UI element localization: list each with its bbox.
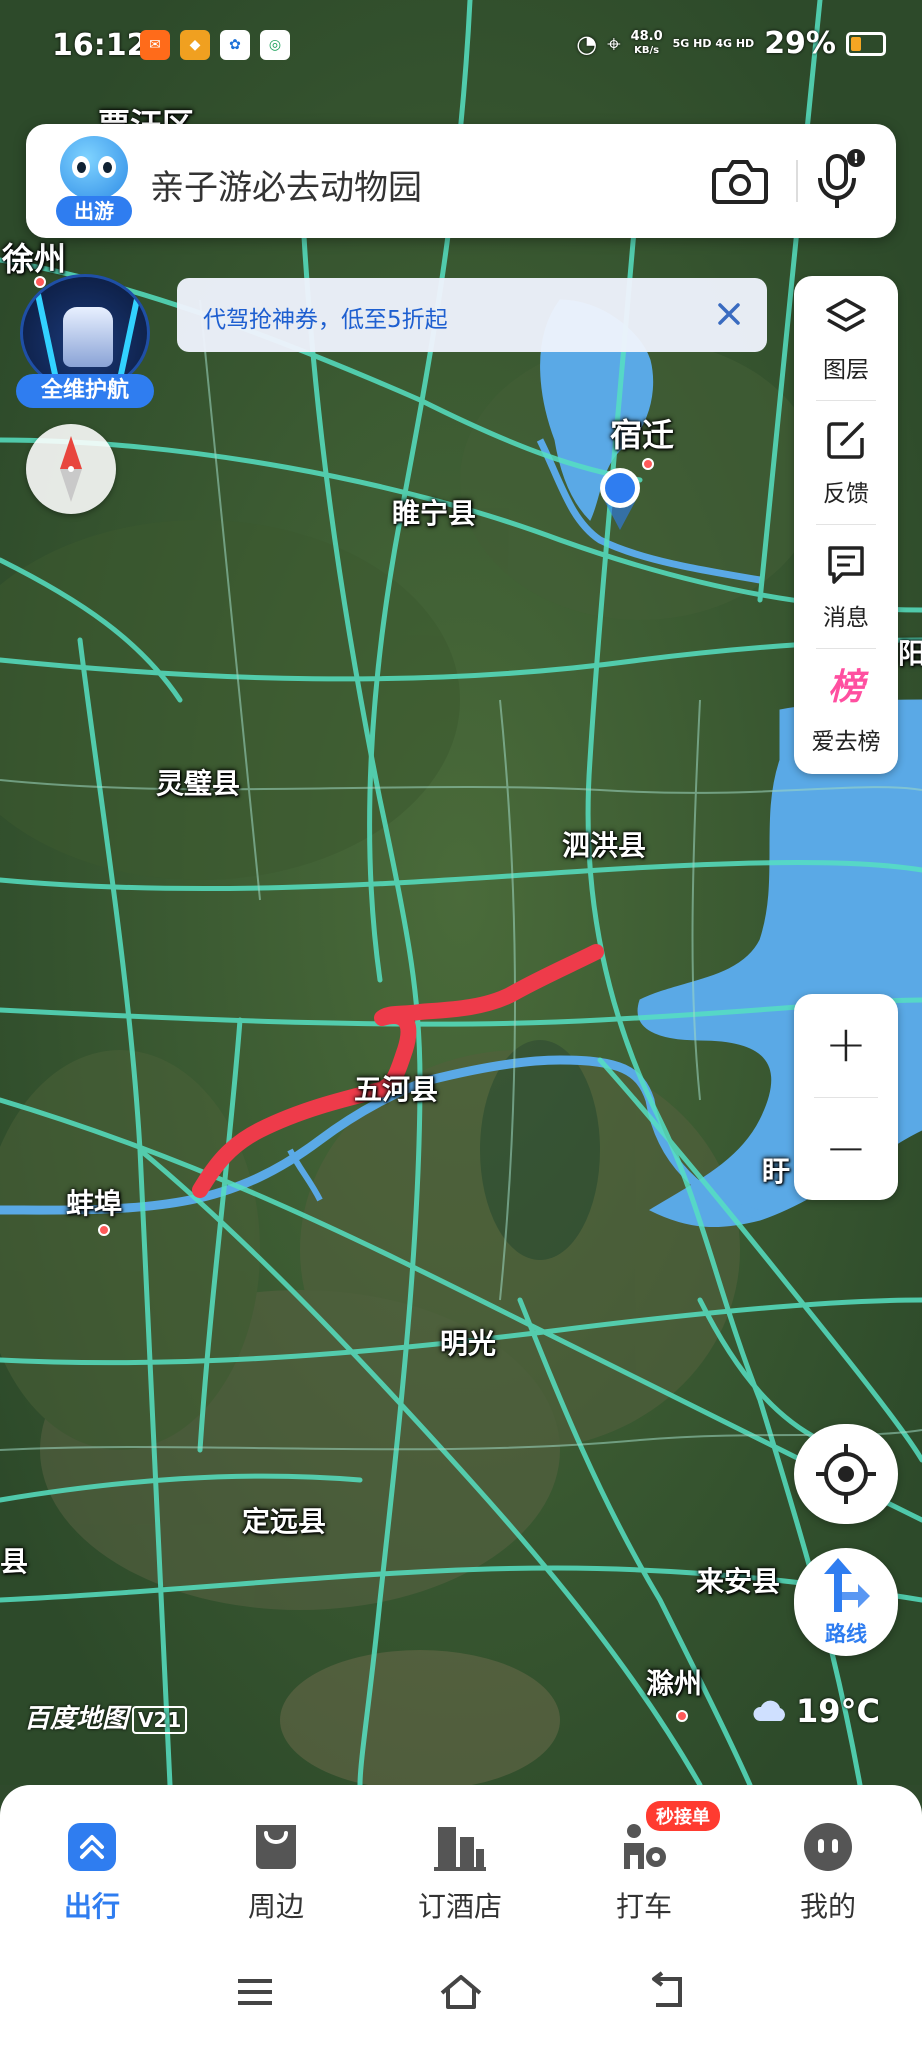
- weather-widget[interactable]: 19°C: [752, 1692, 880, 1730]
- cloud-icon: [753, 1700, 785, 1721]
- ranking-label: 爱去榜: [811, 729, 881, 755]
- travel-mascot-button[interactable]: 出游: [56, 136, 132, 226]
- tab-taxi-label: 打车: [615, 1890, 672, 1923]
- zoom-control: + −: [794, 994, 898, 1200]
- place-label-sihong: 泗洪县: [562, 829, 647, 862]
- map-canvas[interactable]: [0, 0, 922, 1785]
- telecom-icon: ✿: [220, 30, 250, 60]
- place-label-suqian: 宿迁: [610, 416, 675, 454]
- weather-temperature: 19°C: [796, 1692, 881, 1730]
- locate-icon: [816, 1444, 876, 1504]
- app-notification-icon: ◆: [180, 30, 210, 60]
- tab-nearby[interactable]: 周边: [184, 1805, 368, 1925]
- svg-text:!: !: [853, 152, 859, 167]
- notification-icon: ✉: [140, 30, 170, 60]
- place-label-bengbu: 蚌埠: [66, 1187, 123, 1220]
- taxi-promo-badge: 秒接单: [646, 1801, 720, 1831]
- route-button[interactable]: 路线: [794, 1548, 898, 1656]
- location-status-icon: ⌖: [607, 29, 621, 58]
- route-arrow-icon: [824, 1558, 870, 1612]
- feedback-label: 反馈: [823, 481, 869, 507]
- message-icon: [828, 546, 864, 584]
- tab-taxi[interactable]: 秒接单 打车: [552, 1801, 736, 1925]
- place-label-xu: 盱: [762, 1155, 791, 1188]
- microphone-icon[interactable]: !: [812, 148, 868, 214]
- tab-travel[interactable]: 出行: [0, 1805, 184, 1925]
- tab-hotel-label: 订酒店: [417, 1890, 502, 1923]
- hotel-icon: [434, 1827, 486, 1871]
- tab-profile-label: 我的: [799, 1890, 856, 1923]
- close-icon[interactable]: [711, 296, 747, 332]
- network-speed: 48.0 KB/s: [630, 28, 663, 56]
- layers-icon: [826, 298, 866, 332]
- zoom-in-button[interactable]: +: [794, 994, 898, 1094]
- route-label: 路线: [825, 1622, 867, 1646]
- tab-nearby-label: 周边: [247, 1890, 304, 1923]
- status-right: ◔ ⌖ 48.0 KB/s 5G HD 4G HD 29%: [576, 26, 886, 61]
- locate-me-button[interactable]: [794, 1424, 898, 1524]
- map-view[interactable]: 贾汪区 徐州 宿迁 睢宁县 灵璧县 泗洪县 五河县 蚌埠 明光 定远县 来安县 …: [0, 0, 922, 1785]
- map-logo: 百度地图 V21: [24, 1698, 188, 1735]
- menu-icon[interactable]: [230, 1967, 280, 2017]
- status-time: 16:12: [52, 28, 148, 63]
- nav-guard-button[interactable]: 全维护航: [16, 274, 154, 408]
- place-label-xian: 县: [0, 1545, 29, 1578]
- profile-icon: [804, 1823, 852, 1871]
- place-label-yang: 阳: [898, 637, 922, 670]
- place-label-chuzhou: 滁州: [646, 1667, 703, 1700]
- nav-guard-label: 全维护航: [16, 374, 154, 408]
- signal-indicator: 5G HD 4G HD: [672, 36, 755, 50]
- right-toolbar: 图层 反馈 消息 榜 爱去榜: [794, 276, 898, 774]
- map-version: V21: [132, 1706, 188, 1734]
- ranking-icon: 榜: [827, 667, 864, 708]
- place-label-wuhe: 五河县: [354, 1073, 439, 1106]
- promo-toast[interactable]: 代驾抢神券，低至5折起: [177, 278, 767, 352]
- compass-icon: [60, 436, 82, 502]
- feedback-edit-icon: [827, 422, 864, 459]
- layers-button[interactable]: 图层: [794, 276, 898, 400]
- tab-travel-label: 出行: [63, 1890, 120, 1923]
- message-label: 消息: [823, 605, 869, 631]
- battery-icon: [846, 31, 886, 56]
- place-label-laian: 来安县: [696, 1565, 781, 1598]
- zoom-out-button[interactable]: −: [794, 1098, 898, 1198]
- layers-label: 图层: [823, 357, 869, 383]
- camera-icon[interactable]: [710, 154, 770, 208]
- message-button[interactable]: 消息: [794, 524, 898, 648]
- place-label-dingyuan: 定远县: [242, 1505, 327, 1538]
- place-label-mingguang: 明光: [440, 1327, 497, 1360]
- ranking-button[interactable]: 榜 爱去榜: [794, 648, 898, 772]
- alarm-icon: ◔: [576, 29, 598, 58]
- mascot-badge: 出游: [56, 196, 132, 226]
- home-icon[interactable]: [436, 1967, 486, 2017]
- status-bar: 16:12 ✉ ◆ ✿ ◎ ◔ ⌖ 48.0 KB/s 5G HD 4G HD …: [0, 0, 922, 92]
- compass-button[interactable]: [26, 424, 116, 514]
- nearby-icon: [256, 1825, 296, 1869]
- bottom-tab-bar: 出行 周边 订酒店 秒接单 打车 我的: [0, 1785, 922, 1935]
- mobile-carrier-icon: ◎: [260, 30, 290, 60]
- search-bar[interactable]: 出游 亲子游必去动物园 !: [26, 124, 896, 238]
- place-label-suining: 睢宁县: [392, 497, 477, 530]
- search-input[interactable]: 亲子游必去动物园: [150, 160, 422, 209]
- travel-icon: [68, 1823, 116, 1871]
- system-navigation-bar: [0, 1935, 922, 2048]
- tab-profile[interactable]: 我的: [736, 1805, 920, 1925]
- feedback-button[interactable]: 反馈: [794, 400, 898, 524]
- search-divider: [796, 160, 798, 202]
- place-label-lingbi: 灵璧县: [156, 767, 241, 800]
- promo-text[interactable]: 代驾抢神券，低至5折起: [203, 300, 448, 334]
- back-icon[interactable]: [642, 1967, 692, 2017]
- tab-hotel[interactable]: 订酒店: [368, 1805, 552, 1925]
- battery-percent: 29%: [764, 26, 836, 61]
- mascot-icon: [60, 136, 128, 200]
- status-notification-icons: ✉ ◆ ✿ ◎: [140, 30, 290, 60]
